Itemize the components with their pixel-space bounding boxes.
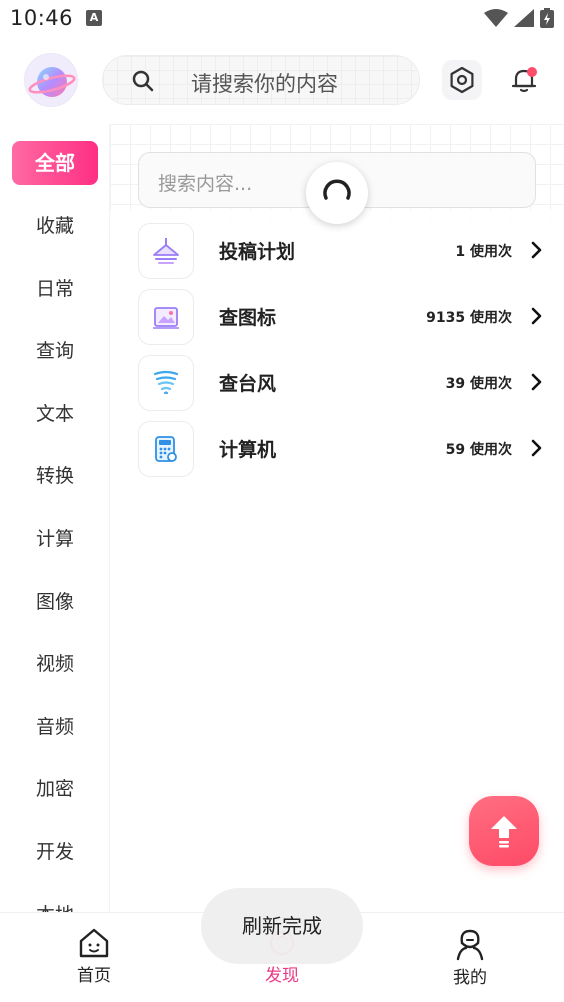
- tool-usage-count: 39 使用次: [445, 376, 512, 392]
- refresh-spinner: [306, 162, 368, 224]
- status-a-icon: A: [86, 10, 102, 26]
- nav-label: 我的: [453, 968, 487, 988]
- profile-icon: [456, 929, 484, 961]
- home-icon: [79, 928, 109, 958]
- settings-hexagon-icon: [450, 66, 474, 94]
- upload-button[interactable]: [469, 796, 539, 866]
- tool-row[interactable]: 查台风 39 使用次: [138, 355, 548, 411]
- nav-label: 发现: [265, 966, 299, 986]
- battery-icon: [540, 8, 554, 28]
- status-bar: 10:46 A: [0, 0, 564, 38]
- settings-button[interactable]: [442, 60, 482, 100]
- sidebar-item-all[interactable]: 全部: [12, 141, 98, 185]
- chevron-right-icon: [531, 241, 542, 259]
- tool-name: 计算机: [219, 439, 277, 461]
- sidebar-item-daily[interactable]: 日常: [0, 267, 109, 311]
- nav-home[interactable]: 首页: [54, 927, 134, 997]
- notification-button[interactable]: [504, 60, 544, 100]
- search-placeholder: 请搜索你的内容: [191, 72, 338, 96]
- nav-mine[interactable]: 我的: [430, 927, 510, 997]
- tool-row[interactable]: 投稿计划 1 使用次: [138, 223, 548, 279]
- sidebar-item-encrypt[interactable]: 加密: [0, 767, 109, 811]
- image-search-icon: [138, 289, 194, 345]
- app-screen: 10:46 A 请搜索你的内容 全部 收藏 日常 查询 文本 转换 计算 图像 …: [0, 0, 564, 1002]
- sidebar-item-favorites[interactable]: 收藏: [0, 204, 109, 248]
- cellular-signal-icon: [514, 9, 534, 27]
- sidebar-item-convert[interactable]: 转换: [0, 454, 109, 498]
- submission-icon: [138, 223, 194, 279]
- nav-label: 首页: [77, 966, 111, 986]
- sidebar-item-audio[interactable]: 音频: [0, 705, 109, 749]
- sidebar-item-text[interactable]: 文本: [0, 392, 109, 436]
- chevron-right-icon: [531, 307, 542, 325]
- tool-name: 查台风: [219, 373, 277, 395]
- sidebar-item-video[interactable]: 视频: [0, 642, 109, 686]
- tool-name: 查图标: [219, 307, 277, 329]
- tool-usage-count: 59 使用次: [445, 442, 512, 458]
- status-time: 10:46: [10, 6, 74, 30]
- sidebar-item-calculate[interactable]: 计算: [0, 517, 109, 561]
- search-icon: [132, 70, 154, 92]
- chevron-right-icon: [531, 439, 542, 457]
- sidebar-item-image[interactable]: 图像: [0, 580, 109, 624]
- content-search-placeholder: 搜索内容...: [158, 173, 253, 195]
- tool-row[interactable]: 计算机 59 使用次: [138, 421, 548, 477]
- tool-name: 投稿计划: [219, 241, 296, 263]
- toast-message: 刷新完成: [201, 888, 363, 964]
- header: 请搜索你的内容: [0, 40, 564, 120]
- tool-usage-count: 9135 使用次: [426, 310, 512, 326]
- sidebar-item-develop[interactable]: 开发: [0, 830, 109, 874]
- wifi-icon: [484, 9, 508, 27]
- calculator-icon: [138, 421, 194, 477]
- planet-logo-icon[interactable]: [24, 53, 78, 107]
- tool-row[interactable]: 查图标 9135 使用次: [138, 289, 548, 345]
- loading-icon: [323, 179, 351, 200]
- typhoon-icon: [138, 355, 194, 411]
- sidebar-item-local[interactable]: 本地: [0, 893, 109, 912]
- chevron-right-icon: [531, 373, 542, 391]
- notification-dot: [527, 67, 537, 77]
- sidebar-item-query[interactable]: 查询: [0, 329, 109, 373]
- tool-usage-count: 1 使用次: [455, 244, 512, 260]
- category-sidebar: 全部 收藏 日常 查询 文本 转换 计算 图像 视频 音频 加密 开发 本地: [0, 124, 110, 912]
- upload-arrow-icon: [491, 816, 517, 848]
- status-icons: [484, 8, 554, 28]
- search-bar[interactable]: 请搜索你的内容: [102, 55, 420, 105]
